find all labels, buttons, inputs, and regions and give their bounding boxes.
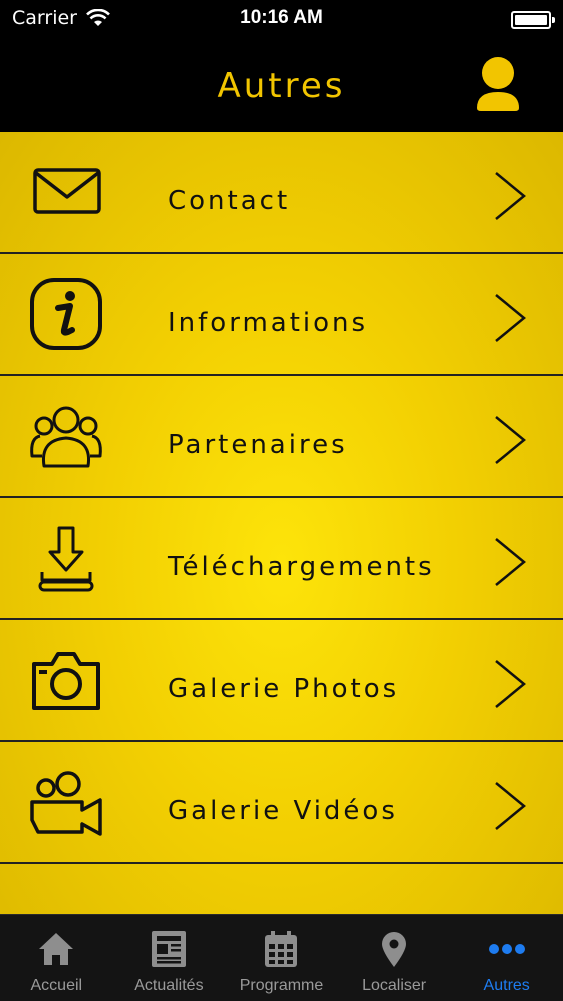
menu-item-label: Galerie Vidéos [168,796,398,826]
tab-accueil[interactable]: Accueil [0,915,113,1001]
tab-label: Programme [239,977,324,994]
tab-actualites[interactable]: Actualités [113,915,226,1001]
tab-label: Autres [483,977,530,994]
menu-item-label: Contact [168,186,291,216]
tab-localiser[interactable]: Localiser [338,915,451,1001]
battery-icon [511,11,555,29]
menu-item-galerie-photos[interactable]: Galerie Photos [0,620,563,742]
chevron-right-icon [495,660,526,708]
menu-item-galerie-videos[interactable]: Galerie Vidéos [0,742,563,864]
tab-label: Localiser [362,977,427,994]
tab-bar: Accueil Actualités Programme Localiser A… [0,914,563,1001]
info-icon [30,278,102,350]
map-pin-icon [382,932,407,967]
status-bar: Carrier 10:16 AM [0,0,563,36]
tab-label: Accueil [30,977,83,994]
chevron-right-icon [495,538,526,586]
video-camera-icon [30,771,102,836]
calendar-icon [265,931,298,967]
status-time: 10:16 AM [240,7,323,28]
menu-item-label: Informations [168,308,369,338]
menu-item-informations[interactable]: Informations [0,254,563,376]
menu-item-partenaires[interactable]: Partenaires [0,376,563,498]
chevron-right-icon [495,416,526,464]
home-icon [39,933,74,965]
more-dots-icon [488,944,525,954]
download-icon [38,526,94,592]
menu-item-contact[interactable]: Contact [0,132,563,254]
newspaper-icon [151,931,186,967]
envelope-icon [33,168,101,214]
profile-icon[interactable] [475,56,521,112]
menu-list: Contact Informations Partenaires Télécha… [0,132,563,914]
chevron-right-icon [495,782,526,830]
tab-autres[interactable]: Autres [450,915,563,1001]
tab-label: Actualités [134,977,204,994]
people-icon [30,406,102,468]
menu-item-label: Téléchargements [168,552,435,582]
menu-item-label: Partenaires [168,430,348,460]
camera-icon [32,652,100,710]
menu-item-telechargements[interactable]: Téléchargements [0,498,563,620]
chevron-right-icon [495,294,526,342]
chevron-right-icon [495,172,526,220]
tab-programme[interactable]: Programme [225,915,338,1001]
nav-bar: Autres [0,36,563,132]
menu-item-label: Galerie Photos [168,674,400,704]
